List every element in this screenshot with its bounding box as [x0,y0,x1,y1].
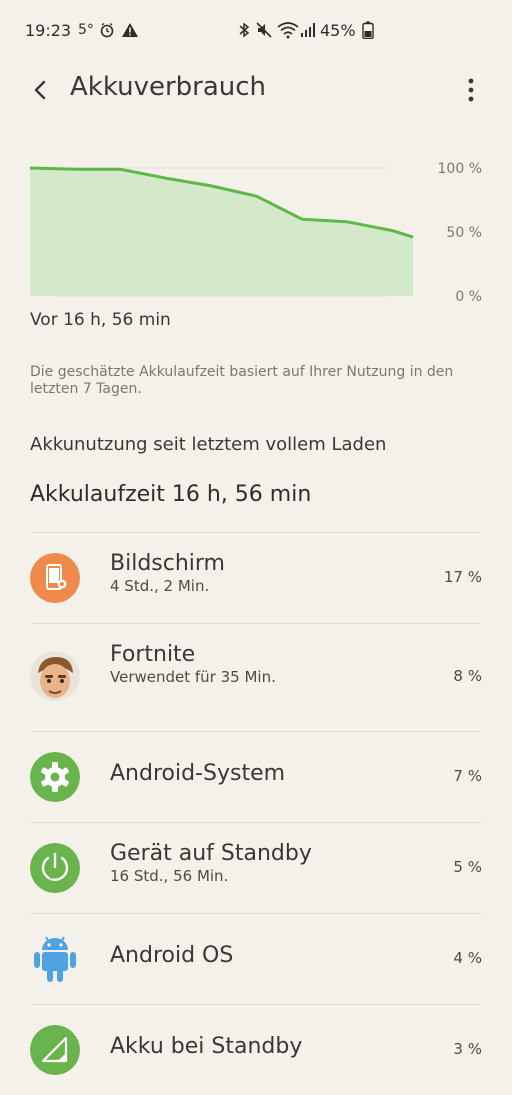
list-item-title: Gerät auf Standby [110,841,312,866]
list-item-akku-standby[interactable]: Akku bei Standby 3 % [30,1004,482,1095]
power-icon [30,843,80,893]
chart-start-label: Vor 16 h, 56 min [30,310,171,330]
list-item-subtitle: Verwendet für 35 Min. [110,668,276,686]
list-item-text: Gerät auf Standby 16 Std., 56 Min. [110,841,312,885]
list-item-percent: 5 % [453,858,482,876]
list-item-text: Fortnite Verwendet für 35 Min. [110,642,300,686]
list-item-percent: 3 % [453,1040,482,1058]
list-item-android-system[interactable]: Android-System 7 % [30,731,482,822]
list-item-bildschirm[interactable]: Bildschirm 4 Std., 2 Min. 17 % [30,532,482,623]
list-item-text: Android OS [110,943,233,968]
list-item-title: Android-System [110,761,286,786]
estimate-note: Die geschätzte Akkulaufzeit basiert auf … [30,364,454,397]
list-item-percent: 7 % [453,767,482,785]
list-item-percent: 4 % [453,949,482,967]
status-time: 19:23 [25,21,72,40]
list-item-android-os[interactable]: Android OS 4 % [30,913,482,1004]
battery-runtime: Akkulaufzeit 16 h, 56 min [30,482,312,507]
usage-list: Bildschirm 4 Std., 2 Min. 17 % Fortnite … [0,532,512,1095]
section-title: Akkunutzung seit letztem vollem Laden [30,434,387,455]
list-item-fortnite[interactable]: Fortnite Verwendet für 35 Min. 8 % [30,623,482,731]
status-temperature: 5° [78,22,94,38]
list-item-title: Bildschirm [110,551,225,576]
list-item-text: Akku bei Standby [110,1034,302,1059]
alarm-icon [100,22,114,38]
app-bar: Akkuverbrauch [0,62,512,118]
y-tick-label: 0 % [455,289,482,305]
bluetooth-icon [239,22,250,38]
warning-icon [122,23,138,37]
android-robot-icon [34,936,76,982]
list-item-subtitle: 4 Std., 2 Min. [110,577,210,595]
signal-strength-icon [301,23,315,37]
list-item-title: Fortnite [110,642,196,667]
status-bar: 19:23 5° 45% [0,0,512,62]
mute-icon [256,22,272,38]
fortnite-avatar-icon [30,651,80,701]
battery-usage-chart: 100 % 50 % 0 % [29,161,482,305]
list-item-text: Android-System [110,761,285,786]
page-title: Akkuverbrauch [70,72,267,102]
gear-icon [30,752,80,802]
wifi-icon [277,22,299,39]
more-options-button[interactable] [456,74,486,106]
back-button[interactable] [24,74,56,106]
list-item-percent: 17 % [443,568,482,586]
list-item-text: Bildschirm 4 Std., 2 Min. [110,551,300,595]
y-tick-label: 50 % [446,225,482,241]
screen-icon [30,553,80,603]
list-item-geraet-standby[interactable]: Gerät auf Standby 16 Std., 56 Min. 5 % [30,822,482,913]
y-tick-label: 100 % [438,161,482,177]
list-item-title: Akku bei Standby [110,1034,303,1059]
status-battery-percent: 45% [320,21,356,40]
signal-icon [30,1025,80,1075]
list-item-subtitle: 16 Std., 56 Min. [110,867,229,885]
list-item-percent: 8 % [453,667,482,685]
list-item-title: Android OS [110,943,234,968]
battery-icon [362,21,374,39]
